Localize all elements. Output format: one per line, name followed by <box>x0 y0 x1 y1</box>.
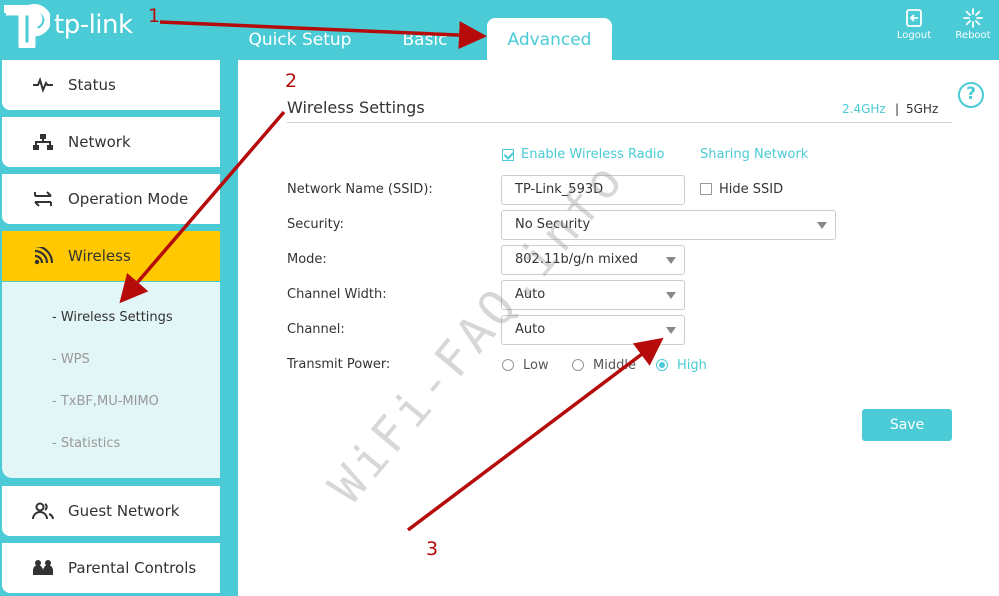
sidebar-item-status[interactable]: Status <box>2 60 220 110</box>
save-button[interactable]: Save <box>862 409 952 441</box>
reboot-label: Reboot <box>955 30 991 41</box>
reboot-icon <box>963 8 983 28</box>
tx-power-high-radio[interactable] <box>656 359 668 371</box>
tab-basic[interactable]: Basic <box>390 18 460 60</box>
tx-power-high-label: High <box>677 358 707 373</box>
logout-icon <box>906 9 922 27</box>
tab-quick-setup[interactable]: Quick Setup <box>240 18 360 60</box>
sidebar-item-guest-network[interactable]: Guest Network <box>2 486 220 536</box>
annotation-label-3: 3 <box>426 538 439 560</box>
brand-name: tp-link <box>54 10 133 40</box>
title-divider <box>287 122 952 123</box>
reboot-button[interactable]: Reboot <box>951 8 995 41</box>
channel-width-label: Channel Width: <box>287 287 387 302</box>
band-2-4ghz-link[interactable]: 2.4GHz <box>842 102 886 116</box>
submenu-wps[interactable]: - WPS <box>52 352 90 367</box>
ssid-label: Network Name (SSID): <box>287 182 433 197</box>
band-separator: | <box>895 102 900 116</box>
chevron-down-icon <box>666 292 676 299</box>
chevron-down-icon <box>666 257 676 264</box>
logout-label: Logout <box>896 30 932 41</box>
security-label: Security: <box>287 217 344 232</box>
sharing-network-link[interactable]: Sharing Network <box>700 147 808 162</box>
hide-ssid-checkbox[interactable] <box>700 183 712 195</box>
tp-link-logo-icon <box>4 4 50 48</box>
pulse-icon <box>30 74 56 96</box>
main-content: Wireless Settings 2.4GHz | 5GHz ? Enable… <box>238 60 999 596</box>
submenu-wireless-settings[interactable]: - Wireless Settings <box>52 310 173 325</box>
channel-width-select[interactable]: Auto <box>501 280 685 310</box>
tab-advanced[interactable]: Advanced <box>487 18 612 60</box>
tx-power-middle-label: Middle <box>593 358 636 373</box>
sidebar-item-parental-controls[interactable]: Parental Controls <box>2 543 220 593</box>
page-title: Wireless Settings <box>287 98 425 117</box>
channel-label: Channel: <box>287 322 345 337</box>
help-icon[interactable]: ? <box>958 82 984 108</box>
sidebar-item-label: Status <box>68 76 116 94</box>
wifi-icon <box>30 245 56 267</box>
mode-value: 802.11b/g/n mixed <box>515 252 638 267</box>
ssid-input[interactable]: TP-Link_593D <box>501 175 685 205</box>
swap-icon <box>30 188 56 210</box>
guests-icon <box>30 500 56 522</box>
network-icon <box>30 131 56 153</box>
submenu-statistics[interactable]: - Statistics <box>52 436 120 451</box>
tx-power-middle-radio[interactable] <box>572 359 584 371</box>
tx-power-label: Transmit Power: <box>287 357 391 372</box>
sidebar-item-wireless[interactable]: Wireless <box>2 231 220 281</box>
submenu-txbf-mu-mimo[interactable]: - TxBF,MU-MIMO <box>52 394 159 409</box>
enable-radio-label: Enable Wireless Radio <box>521 147 665 162</box>
sidebar-item-label: Parental Controls <box>68 559 197 577</box>
chevron-down-icon <box>817 222 827 229</box>
sidebar-item-label: Operation Mode <box>68 190 189 208</box>
wireless-submenu: - Wireless Settings - WPS - TxBF,MU-MIMO… <box>2 282 220 478</box>
sidebar-item-operation-mode[interactable]: Operation Mode <box>2 174 220 224</box>
mode-label: Mode: <box>287 252 327 267</box>
tx-power-low-radio[interactable] <box>502 359 514 371</box>
logout-button[interactable]: Logout <box>892 8 936 41</box>
annotation-label-2: 2 <box>285 70 298 92</box>
annotation-label-1: 1 <box>148 5 161 27</box>
channel-select[interactable]: Auto <box>501 315 685 345</box>
chevron-down-icon <box>666 327 676 334</box>
channel-width-value: Auto <box>515 287 546 302</box>
security-select[interactable]: No Security <box>501 210 836 240</box>
mode-select[interactable]: 802.11b/g/n mixed <box>501 245 685 275</box>
enable-radio-checkbox[interactable] <box>502 149 514 161</box>
sidebar-item-label: Wireless <box>68 247 131 265</box>
channel-value: Auto <box>515 322 546 337</box>
sidebar: Status Network Operation Mode Wireless -… <box>0 60 236 596</box>
sidebar-item-label: Network <box>68 133 131 151</box>
sidebar-item-label: Guest Network <box>68 502 180 520</box>
band-5ghz-link[interactable]: 5GHz <box>906 102 938 116</box>
security-value: No Security <box>515 217 591 232</box>
sidebar-item-network[interactable]: Network <box>2 117 220 167</box>
hide-ssid-label: Hide SSID <box>719 182 784 197</box>
tx-power-low-label: Low <box>523 358 549 373</box>
parental-icon <box>30 557 56 579</box>
